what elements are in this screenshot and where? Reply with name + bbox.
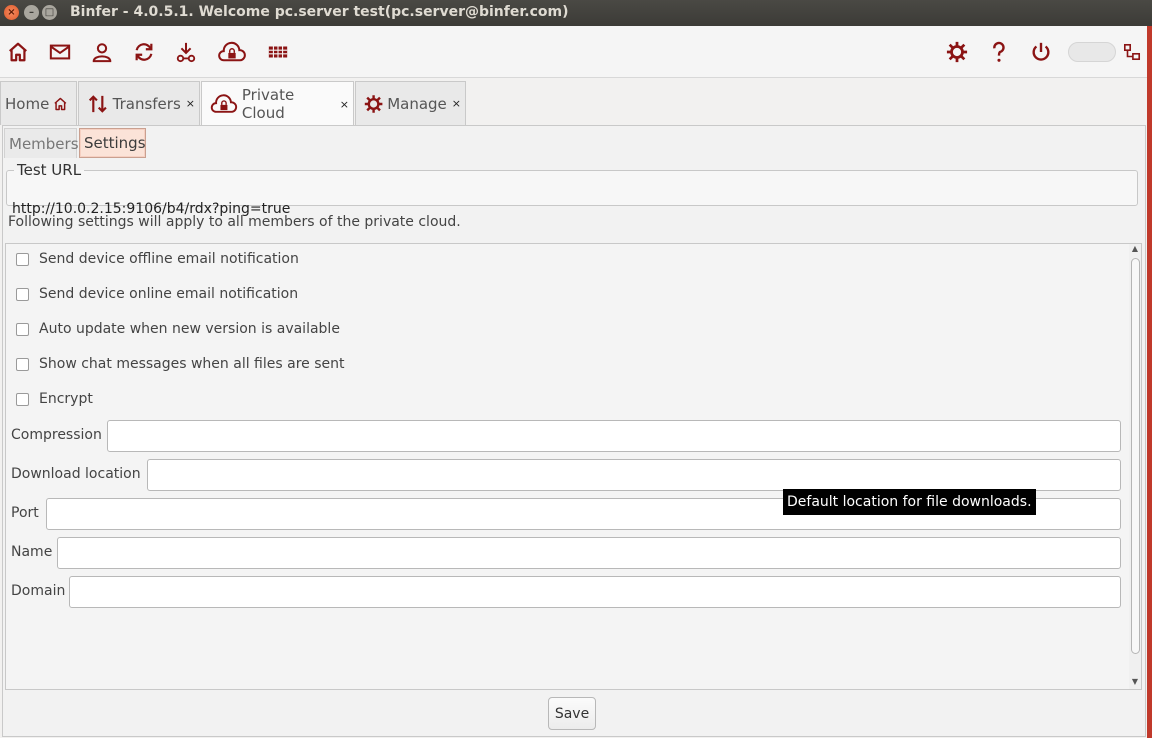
checkbox-label: Encrypt — [39, 391, 93, 407]
tab-close-icon[interactable]: × — [340, 98, 349, 111]
mail-icon[interactable] — [48, 40, 72, 64]
checkbox-label: Show chat messages when all files are se… — [39, 356, 345, 372]
test-url-group: Test URL http://10.0.2.15:9106/b4/rdx?pi… — [6, 161, 1138, 217]
gear-icon[interactable] — [945, 40, 969, 64]
checkbox[interactable] — [16, 392, 29, 406]
window-title: Binfer - 4.0.5.1. Welcome pc.server test… — [70, 4, 569, 20]
main-tabbar: Home Transfers × Private Cloud × Manage … — [0, 79, 1147, 126]
checkbox-label: Auto update when new version is availabl… — [39, 321, 340, 337]
name-label: Name — [11, 544, 53, 560]
settings-info-text: Following settings will apply to all mem… — [8, 214, 461, 230]
checkbox[interactable] — [16, 252, 29, 266]
scroll-down-icon[interactable]: ▼ — [1130, 677, 1140, 686]
status-toggle[interactable] — [1068, 42, 1116, 62]
subtab-settings[interactable]: Settings — [79, 128, 146, 158]
name-input[interactable] — [57, 537, 1121, 569]
port-label: Port — [11, 505, 39, 521]
tab-home[interactable]: Home — [0, 81, 77, 125]
compression-input[interactable] — [107, 420, 1121, 452]
download-location-input[interactable] — [147, 459, 1121, 491]
tab-label: Home — [5, 94, 50, 113]
chat-messages-checkbox[interactable]: Show chat messages when all files are se… — [16, 354, 344, 374]
grid-icon[interactable] — [266, 40, 290, 64]
tab-label: Private Cloud — [241, 86, 295, 122]
scrollbar-thumb[interactable] — [1131, 258, 1140, 654]
checkbox[interactable] — [16, 322, 29, 336]
scroll-up-icon[interactable]: ▲ — [1130, 244, 1140, 253]
tab-label: Transfers — [112, 94, 181, 113]
domain-label: Domain — [11, 583, 66, 599]
tab-label: Manage — [387, 94, 447, 113]
tab-transfers[interactable]: Transfers × — [78, 81, 200, 125]
tab-close-icon[interactable]: × — [186, 97, 195, 110]
main-toolbar — [0, 26, 1147, 78]
cloud-lock-icon[interactable] — [216, 40, 248, 64]
window-close-button[interactable]: × — [4, 5, 19, 20]
test-url-legend: Test URL — [17, 161, 82, 179]
download-location-tooltip: Default location for file downloads. — [783, 489, 1036, 515]
home-icon — [54, 97, 67, 110]
transfers-icon — [88, 94, 107, 113]
settings-scrollbar[interactable]: ▲ ▼ — [1129, 244, 1141, 689]
offline-email-checkbox[interactable]: Send device offline email notification — [16, 249, 299, 269]
cloud-lock-icon — [210, 94, 238, 113]
domain-input[interactable] — [69, 576, 1121, 608]
home-icon[interactable] — [6, 40, 30, 64]
online-email-checkbox[interactable]: Send device online email notification — [16, 284, 298, 304]
tab-manage[interactable]: Manage × — [355, 81, 466, 125]
encrypt-checkbox[interactable]: Encrypt — [16, 389, 93, 409]
auto-update-checkbox[interactable]: Auto update when new version is availabl… — [16, 319, 340, 339]
checkbox[interactable] — [16, 287, 29, 301]
checkbox-label: Send device offline email notification — [39, 251, 299, 267]
settings-form: Send device offline email notification S… — [5, 243, 1142, 690]
compression-label: Compression — [11, 427, 102, 443]
network-icon[interactable] — [1122, 40, 1142, 64]
subtab-members[interactable]: Members — [4, 128, 79, 158]
window-maximize-button[interactable]: □ — [42, 5, 57, 20]
download-location-label: Download location — [11, 466, 141, 482]
user-icon[interactable] — [90, 40, 114, 64]
gear-icon — [364, 94, 383, 113]
checkbox[interactable] — [16, 357, 29, 371]
help-icon[interactable] — [987, 40, 1011, 64]
checkbox-label: Send device online email notification — [39, 286, 299, 302]
window-minimize-button[interactable]: – — [24, 5, 39, 20]
private-cloud-panel: Members Settings Test URL http://10.0.2.… — [2, 125, 1146, 737]
save-button[interactable]: Save — [548, 697, 596, 730]
tab-close-icon[interactable]: × — [452, 97, 461, 110]
power-icon[interactable] — [1029, 40, 1053, 64]
window-edge-scrollbar — [1147, 26, 1152, 738]
refresh-icon[interactable] — [132, 40, 156, 64]
download-icon[interactable] — [174, 40, 198, 64]
window-titlebar: × – □ Binfer - 4.0.5.1. Welcome pc.serve… — [0, 0, 1152, 26]
tab-private-cloud[interactable]: Private Cloud × — [201, 81, 354, 126]
